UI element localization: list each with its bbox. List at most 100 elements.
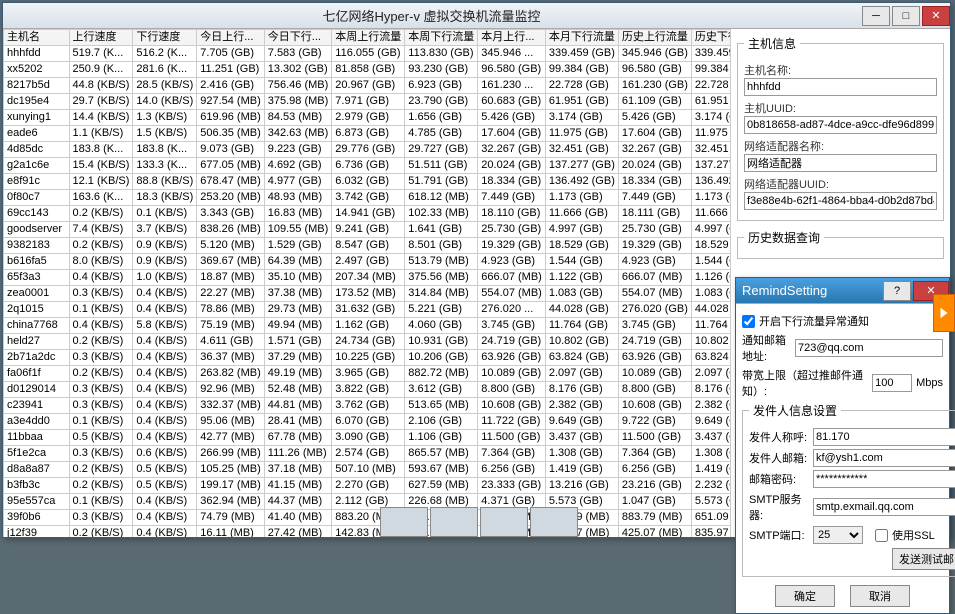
table-cell: e8f91c — [4, 174, 70, 190]
column-header[interactable]: 本周下行流量 — [405, 30, 478, 46]
table-cell: 41.15 (MB) — [264, 478, 332, 494]
thumbnail[interactable] — [480, 507, 528, 537]
column-header[interactable]: 本周上行流量 — [332, 30, 405, 46]
table-cell: 23.790 (GB) — [405, 94, 478, 110]
table-cell: 113.830 (GB) — [405, 46, 478, 62]
table-row[interactable]: 95e557ca0.1 (KB/S)0.4 (KB/S)362.94 (MB)4… — [4, 494, 731, 510]
table-row[interactable]: eade61.1 (KB/S)1.5 (KB/S)506.35 (MB)342.… — [4, 126, 731, 142]
column-header[interactable]: 今日上行... — [197, 30, 265, 46]
table-row[interactable]: d01290140.3 (KB/S)0.4 (KB/S)92.96 (MB)52… — [4, 382, 731, 398]
thumbnail[interactable] — [380, 507, 428, 537]
table-row[interactable]: g2a1c6e15.4 (KB/S)133.3 (K...677.05 (MB)… — [4, 158, 731, 174]
pwd-input[interactable] — [813, 470, 955, 488]
port-select[interactable]: 25 — [813, 526, 863, 544]
thumbnail[interactable] — [430, 507, 478, 537]
cancel-button[interactable]: 取消 — [850, 585, 910, 607]
table-cell: 2.270 (GB) — [332, 478, 405, 494]
thumbnail[interactable] — [530, 507, 578, 537]
table-cell: 281.6 (K... — [133, 62, 197, 78]
table-row[interactable]: 2b71a2dc0.3 (KB/S)0.4 (KB/S)36.37 (MB)37… — [4, 350, 731, 366]
host-info-group: 主机信息 主机名称: 主机UUID: 网络适配器名称: 网络适配器UUID: — [737, 35, 944, 221]
table-row[interactable]: 39f0b60.3 (KB/S)0.4 (KB/S)74.79 (MB)41.4… — [4, 510, 731, 526]
table-row[interactable]: fa06f1f0.2 (KB/S)0.4 (KB/S)263.82 (MB)49… — [4, 366, 731, 382]
table-row[interactable]: 93821830.2 (KB/S)0.9 (KB/S)5.120 (MB)1.5… — [4, 238, 731, 254]
table-row[interactable]: 0f80c7163.6 (K...18.3 (KB/S)253.20 (MB)4… — [4, 190, 731, 206]
table-cell: 24.734 (GB) — [332, 334, 405, 350]
table-cell: 4d85dc — [4, 142, 70, 158]
table-cell: eade6 — [4, 126, 70, 142]
table-row[interactable]: xunying114.4 (KB/S)1.3 (KB/S)619.96 (MB)… — [4, 110, 731, 126]
close-button[interactable]: ✕ — [922, 6, 950, 26]
table-row[interactable]: hhhfdd519.7 (K...516.2 (K...7.705 (GB)7.… — [4, 46, 731, 62]
table-cell: 3.965 (GB) — [332, 366, 405, 382]
column-header[interactable]: 今日下行... — [264, 30, 332, 46]
table-row[interactable]: a3e4dd00.1 (KB/S)0.4 (KB/S)95.06 (MB)28.… — [4, 414, 731, 430]
table-row[interactable]: held270.2 (KB/S)0.4 (KB/S)4.611 (GB)1.57… — [4, 334, 731, 350]
adapter-input[interactable] — [744, 154, 937, 172]
column-header[interactable]: 主机名 — [4, 30, 70, 46]
column-header[interactable]: 历史上行流量 — [618, 30, 691, 46]
sender-alias-label: 发件人称呼: — [749, 429, 813, 445]
table-row[interactable]: e8f91c12.1 (KB/S)88.8 (KB/S)678.47 (MB)4… — [4, 174, 731, 190]
send-test-button[interactable]: 发送测试邮 — [892, 548, 955, 570]
smtp-input[interactable] — [813, 498, 955, 516]
table-row[interactable]: dc195e429.7 (KB/S)14.0 (KB/S)927.54 (MB)… — [4, 94, 731, 110]
sender-alias-input[interactable] — [813, 428, 955, 446]
table-cell: 593.67 (MB) — [405, 462, 478, 478]
table-cell: 0.9 (KB/S) — [133, 254, 197, 270]
table-row[interactable]: goodserver7.4 (KB/S)3.7 (KB/S)838.26 (MB… — [4, 222, 731, 238]
table-row[interactable]: china77680.4 (KB/S)5.8 (KB/S)75.19 (MB)4… — [4, 318, 731, 334]
table-cell: 10.931 (GB) — [405, 334, 478, 350]
table-row[interactable]: xx5202250.9 (K...281.6 (K...11.251 (GB)1… — [4, 62, 731, 78]
table-cell: 29.73 (MB) — [264, 302, 332, 318]
table-row[interactable]: 4d85dc183.8 (K...183.8 (K...9.073 (GB)9.… — [4, 142, 731, 158]
table-cell: 4.997 (GB) — [691, 222, 730, 238]
table-cell: 51.511 (GB) — [405, 158, 478, 174]
traffic-table-panel[interactable]: 主机名上行速度下行速度今日上行...今日下行...本周上行流量本周下行流量本月上… — [3, 29, 730, 537]
table-row[interactable]: 2q10150.1 (KB/S)0.4 (KB/S)78.86 (MB)29.7… — [4, 302, 731, 318]
maximize-button[interactable]: □ — [892, 6, 920, 26]
column-header[interactable]: 上行速度 — [69, 30, 133, 46]
table-row[interactable]: 65f3a30.4 (KB/S)1.0 (KB/S)18.87 (MB)35.1… — [4, 270, 731, 286]
table-cell: g2a1c6e — [4, 158, 70, 174]
minimize-button[interactable]: ─ — [862, 6, 890, 26]
table-row[interactable]: zea00010.3 (KB/S)0.4 (KB/S)22.27 (MB)37.… — [4, 286, 731, 302]
table-cell: 0.2 (KB/S) — [69, 238, 133, 254]
table-cell: 99.384 (GB) — [545, 62, 618, 78]
ssl-checkbox[interactable] — [875, 529, 888, 542]
table-row[interactable]: j12f390.2 (KB/S)0.4 (KB/S)16.11 (MB)27.4… — [4, 526, 731, 538]
table-cell: 250.9 (K... — [69, 62, 133, 78]
table-row[interactable]: 5f1e2ca0.3 (KB/S)0.6 (KB/S)266.99 (MB)11… — [4, 446, 731, 462]
dialog-help-button[interactable]: ? — [883, 281, 911, 301]
adapter-uuid-input[interactable] — [744, 192, 937, 210]
column-header[interactable]: 下行速度 — [133, 30, 197, 46]
table-cell: 314.84 (MB) — [405, 286, 478, 302]
host-uuid-input[interactable] — [744, 116, 937, 134]
thumbnail-tray — [380, 507, 578, 537]
table-row[interactable]: 8217b5d44.8 (KB/S)28.5 (KB/S)2.416 (GB)7… — [4, 78, 731, 94]
table-cell: 0.1 (KB/S) — [69, 414, 133, 430]
ok-button[interactable]: 确定 — [775, 585, 835, 607]
table-row[interactable]: d8a8a870.2 (KB/S)0.5 (KB/S)105.25 (MB)37… — [4, 462, 731, 478]
host-name-label: 主机名称: — [744, 62, 937, 78]
column-header[interactable]: 本月下行流量 — [545, 30, 618, 46]
table-cell: 173.52 (MB) — [332, 286, 405, 302]
bw-input[interactable] — [872, 374, 912, 392]
sender-email-input[interactable] — [813, 449, 955, 467]
column-header[interactable]: 本月上行... — [478, 30, 546, 46]
table-row[interactable]: 11bbaa0.5 (KB/S)0.4 (KB/S)42.77 (MB)67.7… — [4, 430, 731, 446]
table-cell: 8.501 (GB) — [405, 238, 478, 254]
table-row[interactable]: c239410.3 (KB/S)0.4 (KB/S)332.37 (MB)44.… — [4, 398, 731, 414]
table-cell: 4.923 (GB) — [618, 254, 691, 270]
table-row[interactable]: b3fb3c0.2 (KB/S)0.5 (KB/S)199.17 (MB)41.… — [4, 478, 731, 494]
table-row[interactable]: b616fa58.0 (KB/S)0.9 (KB/S)369.67 (MB)64… — [4, 254, 731, 270]
host-name-input[interactable] — [744, 78, 937, 96]
table-cell: 7.4 (KB/S) — [69, 222, 133, 238]
column-header[interactable]: 历史下行流量 — [691, 30, 730, 46]
table-row[interactable]: 69cc1430.2 (KB/S)0.1 (KB/S)3.343 (GB)16.… — [4, 206, 731, 222]
side-arrow-tab[interactable] — [933, 294, 955, 332]
table-cell: 677.05 (MB) — [197, 158, 265, 174]
enable-notify-checkbox[interactable] — [742, 315, 755, 328]
table-cell: b3fb3c — [4, 478, 70, 494]
notify-email-input[interactable] — [795, 339, 943, 357]
